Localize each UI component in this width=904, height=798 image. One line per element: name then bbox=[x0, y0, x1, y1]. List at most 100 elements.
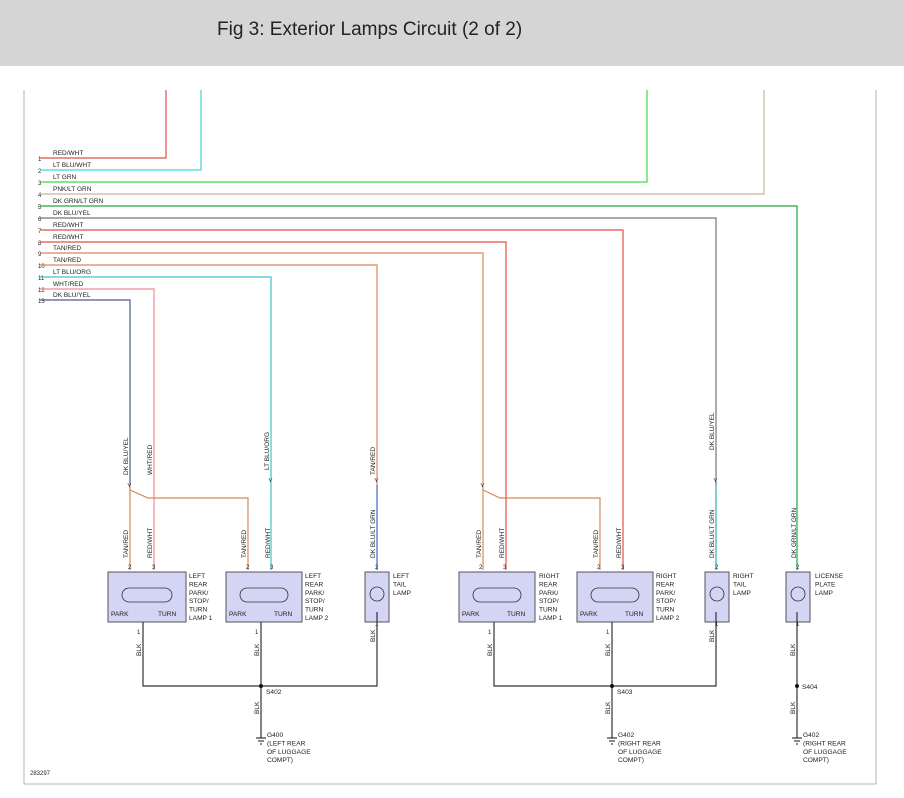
pin-number: 3 bbox=[270, 565, 274, 571]
wire-label: DK GRN/LT GRN bbox=[791, 507, 798, 558]
connector-chevron: ⋎ bbox=[713, 477, 718, 484]
lamp-label: STOP/ bbox=[656, 598, 676, 605]
wire-label: BLK bbox=[709, 629, 716, 642]
lamp-label: LEFT bbox=[305, 573, 321, 580]
diagram-id: 283297 bbox=[30, 771, 51, 777]
lamp-label: LAMP bbox=[393, 590, 412, 597]
bus-wire-label: DK BLU/YEL bbox=[53, 292, 91, 299]
wire-label: TAN/RED bbox=[370, 447, 377, 475]
connector-chevron: ⋎ bbox=[374, 477, 379, 484]
ground-label: G400 bbox=[267, 732, 283, 739]
bus-wire-label: DK GRN/LT GRN bbox=[53, 198, 104, 205]
splice-dot bbox=[795, 684, 799, 688]
lamp-label: LAMP 1 bbox=[189, 615, 213, 622]
splice-label: S403 bbox=[617, 689, 633, 696]
wire-8-red-wht bbox=[40, 241, 507, 570]
splice-label: S402 bbox=[266, 689, 282, 696]
ground-label: (LEFT REAR bbox=[267, 740, 306, 747]
bus-wire-label: DK BLU/YEL bbox=[53, 210, 91, 217]
lamp-label: PARK/ bbox=[539, 590, 558, 597]
lamp-label: LEFT bbox=[189, 573, 205, 580]
ground-label: G402 bbox=[803, 732, 819, 739]
wire-1-red-wht bbox=[40, 90, 167, 159]
lamp-label: STOP/ bbox=[189, 598, 209, 605]
pin-number: 1 bbox=[255, 630, 259, 636]
ground-label: COMPT) bbox=[618, 757, 644, 764]
wire-label: RED/WHT bbox=[265, 528, 272, 558]
wire-13-dk-blu-yel bbox=[40, 299, 131, 485]
ground-label: OF LUGGAGE bbox=[803, 749, 847, 756]
wire-12-wht-red bbox=[40, 288, 155, 570]
wire-label: DK BLU/LT GRN bbox=[370, 509, 377, 558]
wire-label: BLK bbox=[790, 701, 797, 714]
wire-label: DK BLU/YEL bbox=[709, 412, 716, 450]
wire-label: BLK bbox=[605, 643, 612, 656]
wire-label: TAN/RED bbox=[241, 530, 248, 558]
wire-label: WHT/RED bbox=[147, 444, 154, 475]
lamp-turn-label: TURN bbox=[625, 611, 644, 618]
bus-wire-label: RED/WHT bbox=[53, 222, 83, 229]
wire-label: BLK bbox=[136, 643, 143, 656]
wire-6-dk-blu-yel bbox=[40, 217, 717, 570]
wire-11-lt-blu-org bbox=[40, 276, 272, 570]
lamp-body bbox=[785, 571, 811, 623]
wire-label: BLK bbox=[605, 701, 612, 714]
pin-number: 2 bbox=[796, 565, 800, 571]
connector-chevron: ⋎ bbox=[268, 477, 273, 484]
wire-label: DK BLU/LT GRN bbox=[709, 509, 716, 558]
wire-3-lt-grn bbox=[40, 90, 648, 183]
wiring-diagram: 1RED/WHT2LT BLU/WHT3LT GRN4PNK/LT GRN5DK… bbox=[23, 90, 877, 785]
lamp-label: TURN bbox=[305, 607, 324, 614]
bus-wire-label: TAN/RED bbox=[53, 257, 81, 264]
lamp-label: PARK/ bbox=[305, 590, 324, 597]
ground-label: G402 bbox=[618, 732, 634, 739]
wire-4-pnk-lt-grn bbox=[40, 90, 765, 195]
ground-label: OF LUGGAGE bbox=[267, 749, 311, 756]
lamp-label: RIGHT bbox=[539, 573, 560, 580]
lamp-label: REAR bbox=[656, 581, 675, 588]
lamp-label: RIGHT bbox=[733, 573, 754, 580]
wire-label: BLK bbox=[254, 701, 261, 714]
splice-dot bbox=[610, 684, 614, 688]
lamp-turn-label: TURN bbox=[507, 611, 526, 618]
lamp-label: LAMP 1 bbox=[539, 615, 563, 622]
lamp-label: TAIL bbox=[393, 581, 407, 588]
lamp-label: PARK/ bbox=[189, 590, 208, 597]
lamp-label: PLATE bbox=[815, 581, 836, 588]
pin-number: 2 bbox=[715, 565, 719, 571]
lamp-label: PARK/ bbox=[656, 590, 675, 597]
connector-chevron: ⋎ bbox=[127, 482, 132, 489]
pin-number: 1 bbox=[488, 630, 492, 636]
bus-wire-label: TAN/RED bbox=[53, 245, 81, 252]
bus-wire-label: LT BLU/WHT bbox=[53, 162, 91, 169]
lamp-label: LAMP 2 bbox=[656, 615, 680, 622]
lamp-label: REAR bbox=[189, 581, 208, 588]
lamp-park-label: PARK bbox=[229, 611, 247, 618]
bus-wire-label: PNK/LT GRN bbox=[53, 186, 92, 193]
pin-number: 3 bbox=[621, 565, 625, 571]
wire-label: LT BLU/ORG bbox=[264, 432, 271, 470]
wire-label: RED/WHT bbox=[616, 528, 623, 558]
pin-number: 2 bbox=[375, 565, 379, 571]
bus-wire-label: LT BLU/ORG bbox=[53, 269, 91, 276]
lamp-label: REAR bbox=[305, 581, 324, 588]
ground-label: OF LUGGAGE bbox=[618, 749, 662, 756]
connector-chevron: ⋎ bbox=[480, 482, 485, 489]
splice-label: S404 bbox=[802, 684, 818, 691]
wire-9-tan-red bbox=[40, 252, 484, 485]
pin-number: 3 bbox=[152, 565, 156, 571]
pin-number: 1 bbox=[137, 630, 141, 636]
wire-label: BLK bbox=[254, 643, 261, 656]
lamp-label: LAMP bbox=[733, 590, 752, 597]
lamp-label: TURN bbox=[656, 607, 675, 614]
lamp-body bbox=[704, 571, 730, 623]
lamp-turn-label: TURN bbox=[158, 611, 177, 618]
lamp-park-label: PARK bbox=[111, 611, 129, 618]
lamp-label: STOP/ bbox=[539, 598, 559, 605]
bus-wire-label: LT GRN bbox=[53, 174, 77, 181]
ground-label: COMPT) bbox=[803, 757, 829, 764]
bus-wire-label: RED/WHT bbox=[53, 234, 83, 241]
lamp-label: RIGHT bbox=[656, 573, 677, 580]
lamp-label: TAIL bbox=[733, 581, 747, 588]
lamp-label: LAMP 2 bbox=[305, 615, 329, 622]
